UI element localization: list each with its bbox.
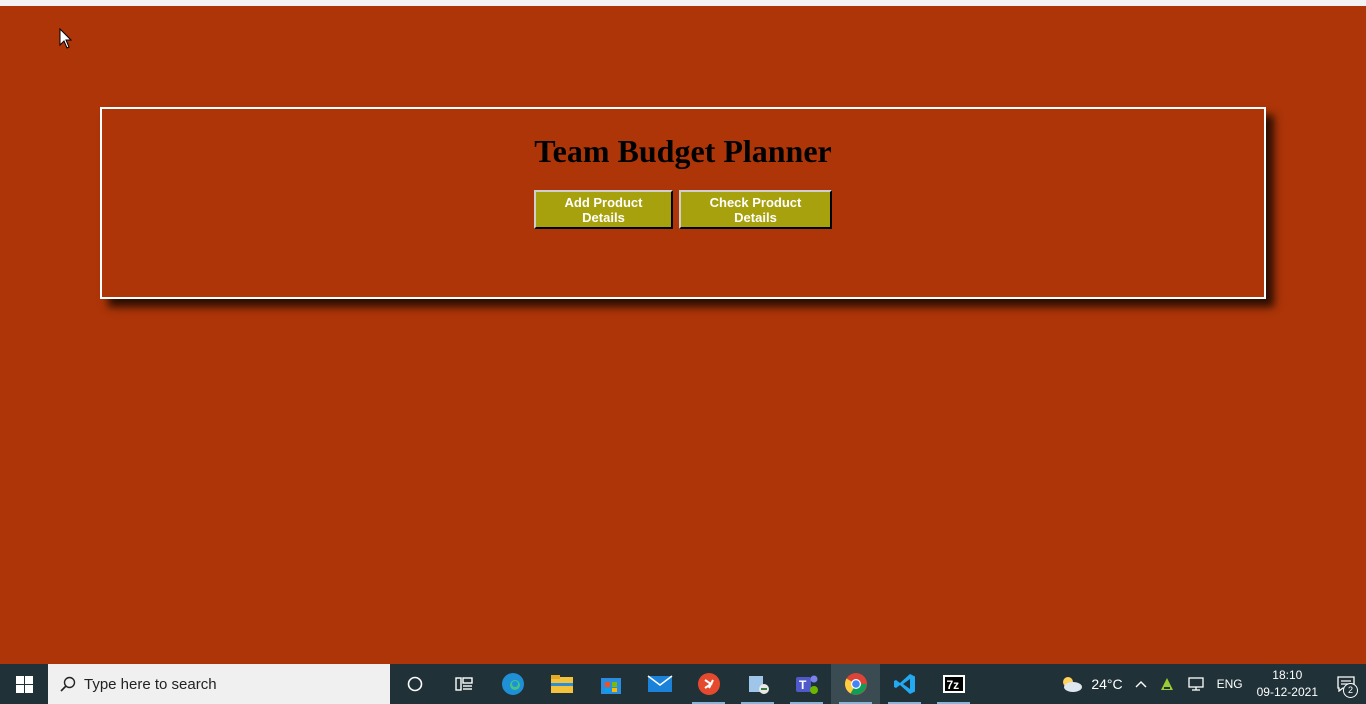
app-icon [748,676,769,694]
chrome-icon [844,673,867,695]
app-button[interactable] [733,664,782,704]
mouse-cursor-icon [59,28,73,49]
weather-temperature: 24°C [1091,676,1123,692]
7zip-icon: 7z [942,675,965,693]
vscode-button[interactable] [880,664,929,704]
weather-widget[interactable]: 24°C [1059,675,1123,693]
taskbar-search-box[interactable]: Type here to search [48,664,390,704]
page-title: Team Budget Planner [534,133,832,169]
tray-app-icon [1160,678,1173,690]
teams-icon: T [795,675,818,694]
action-center-button[interactable]: 2 [1326,664,1366,704]
svg-text:T: T [799,678,807,692]
clock-date: 09-12-2021 [1256,685,1318,699]
clock[interactable]: 18:10 09-12-2021 [1257,667,1318,701]
search-icon [60,676,76,692]
edge-button[interactable] [488,664,537,704]
cloud-sun-icon [1063,677,1083,692]
windows-logo-icon [15,675,33,693]
add-product-details-button[interactable]: Add Product Details [534,190,673,229]
mail-button[interactable] [635,664,684,704]
show-hidden-icons-button[interactable] [1135,680,1147,688]
browser-top-strip [0,0,1366,6]
cortana-icon [407,676,422,692]
search-placeholder: Type here to search [84,675,217,693]
file-explorer-icon [550,675,573,693]
check-product-details-button[interactable]: Check Product Details [679,190,832,229]
task-view-button[interactable] [439,664,488,704]
remote-desktop-button[interactable] [684,664,733,704]
cortana-button[interactable] [390,664,439,704]
teams-button[interactable]: T [782,664,831,704]
browser-page: Team Budget Planner Add Product Details … [0,0,1366,664]
mail-icon [647,675,672,692]
network-button[interactable] [1187,676,1205,692]
store-icon [600,678,621,694]
start-button[interactable] [0,664,48,704]
vscode-icon [893,674,915,694]
edge-icon [501,673,524,695]
notification-count: 2 [1343,683,1358,698]
file-explorer-button[interactable] [537,664,586,704]
7zip-button[interactable]: 7z [929,664,978,704]
chrome-button[interactable] [831,664,880,704]
clock-time: 18:10 [1272,668,1303,682]
system-tray: 24°C ENG 18:10 09-12-2021 2 [1053,664,1366,704]
task-view-icon [454,677,473,691]
network-icon [1187,677,1204,691]
chevron-up-icon [1135,681,1147,688]
language-indicator[interactable]: ENG [1217,677,1243,691]
tray-app-button[interactable] [1159,676,1175,692]
store-button[interactable] [586,664,635,704]
remote-desktop-icon [697,673,720,695]
action-buttons: Add Product Details Check Product Detail… [102,190,1264,229]
planner-panel: Team Budget Planner Add Product Details … [100,107,1266,299]
svg-text:7z: 7z [946,678,959,692]
windows-taskbar: Type here to search T 7z 24°C ENG 18:10 … [0,664,1366,704]
